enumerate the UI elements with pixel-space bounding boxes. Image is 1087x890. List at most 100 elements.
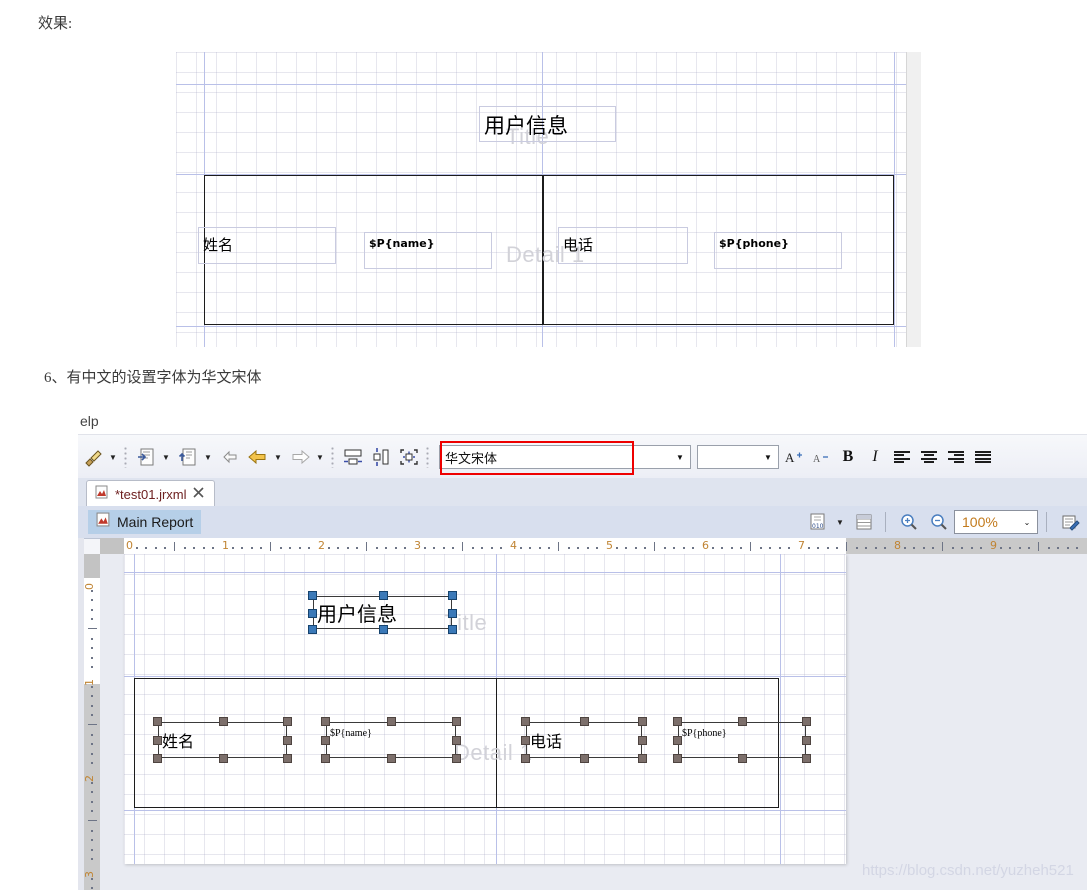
resize-handle-w[interactable] xyxy=(321,736,330,745)
resize-handle-w[interactable] xyxy=(308,608,317,618)
back-arrow-icon[interactable] xyxy=(245,444,271,470)
export-icon[interactable] xyxy=(175,444,201,470)
resize-handle-sw[interactable] xyxy=(321,754,330,763)
font-size-combo[interactable]: ▼ xyxy=(697,445,779,469)
ruler-h-tick xyxy=(394,547,397,549)
selected-title-element[interactable]: 用户信息 xyxy=(308,591,457,634)
resize-handle-ne[interactable] xyxy=(802,717,811,726)
ruler-v-tick xyxy=(91,810,93,813)
resize-handle-se[interactable] xyxy=(802,754,811,763)
resize-handle-n[interactable] xyxy=(580,717,589,726)
ruler-h-tick xyxy=(1047,547,1050,549)
dataset-010-icon[interactable]: 010 xyxy=(805,509,831,535)
resize-handle-se[interactable] xyxy=(638,754,647,763)
chevron-down-icon[interactable]: ▼ xyxy=(758,446,778,468)
chevron-down-icon[interactable]: ▼ xyxy=(670,446,690,468)
ruler-v-tick xyxy=(91,781,93,784)
export-dropdown-icon[interactable]: ▼ xyxy=(201,445,215,469)
ruler-corner-v xyxy=(84,554,100,578)
ruler-h-tick xyxy=(1038,542,1039,551)
menu-item-help[interactable]: elp xyxy=(80,413,99,429)
resize-handle-nw[interactable] xyxy=(308,591,317,600)
resize-handle-s[interactable] xyxy=(218,754,228,763)
chevron-down-icon[interactable]: ⌄ xyxy=(1017,511,1037,533)
resize-handle-n[interactable] xyxy=(218,717,228,726)
increase-font-size-button[interactable]: A xyxy=(782,444,806,470)
back-dropdown-icon[interactable]: ▼ xyxy=(271,445,285,469)
resize-handle-n[interactable] xyxy=(387,717,396,726)
bold-button[interactable]: B xyxy=(836,444,860,470)
resize-handle-e[interactable] xyxy=(638,736,647,745)
distribute-icon[interactable] xyxy=(368,444,394,470)
ruler-h-tick xyxy=(250,547,253,549)
resize-handle-s[interactable] xyxy=(580,754,589,763)
resize-handle-sw[interactable] xyxy=(153,754,162,763)
align-horizontal-icon[interactable] xyxy=(340,444,366,470)
align-left-icon[interactable] xyxy=(890,444,914,470)
font-family-value[interactable]: 华文宋体 xyxy=(440,448,670,467)
selected-label-phone[interactable]: 电话 xyxy=(521,717,647,763)
ruler-v-number: 3 xyxy=(84,871,96,878)
fit-selection-icon[interactable] xyxy=(396,444,422,470)
undo-small-icon[interactable] xyxy=(217,444,243,470)
align-center-icon[interactable] xyxy=(917,444,941,470)
italic-button[interactable]: I xyxy=(863,444,887,470)
resize-handle-sw[interactable] xyxy=(308,625,317,634)
decrease-font-size-button[interactable]: A xyxy=(809,444,833,470)
align-right-icon[interactable] xyxy=(944,444,968,470)
report-page-sheet[interactable]: Title 用户信息 Detail 1 姓名 $P{name} 电话 $P{ph… xyxy=(124,554,846,864)
resize-handle-w[interactable] xyxy=(521,736,530,745)
selected-field-name[interactable]: $P{name} xyxy=(321,717,461,763)
chevron-down-icon[interactable]: ▼ xyxy=(833,510,847,534)
resize-handle-e[interactable] xyxy=(452,736,461,745)
resize-handle-se[interactable] xyxy=(448,625,457,634)
resize-handle-e[interactable] xyxy=(448,608,457,618)
main-report-chip[interactable]: Main Report xyxy=(88,510,202,534)
resize-handle-sw[interactable] xyxy=(673,754,682,763)
resize-handle-w[interactable] xyxy=(673,736,682,745)
resize-handle-nw[interactable] xyxy=(673,717,682,726)
resize-handle-ne[interactable] xyxy=(448,591,457,600)
format-painter-icon[interactable] xyxy=(80,444,106,470)
resize-handle-se[interactable] xyxy=(283,754,292,763)
import-icon[interactable] xyxy=(133,444,159,470)
resize-handle-s[interactable] xyxy=(378,625,388,634)
editor-tab-test01[interactable]: *test01.jrxml xyxy=(86,480,215,507)
import-dropdown-icon[interactable]: ▼ xyxy=(159,445,173,469)
font-family-combo[interactable]: 华文宋体 ▼ xyxy=(439,441,691,475)
resize-handle-s[interactable] xyxy=(387,754,396,763)
zoom-level-value[interactable]: 100% xyxy=(955,514,1017,530)
resize-handle-nw[interactable] xyxy=(321,717,330,726)
forward-arrow-icon[interactable] xyxy=(287,444,313,470)
resize-handle-e[interactable] xyxy=(283,736,292,745)
zoom-level-combo[interactable]: 100% ⌄ xyxy=(954,510,1038,534)
resize-handle-n[interactable] xyxy=(738,717,747,726)
design-canvas[interactable]: Title 用户信息 Detail 1 姓名 $P{name} 电话 $P{ph… xyxy=(100,554,1087,890)
ruler-v-tick xyxy=(88,628,97,629)
ruler-h-tick xyxy=(942,542,943,551)
zoom-out-icon[interactable] xyxy=(926,509,952,535)
list-view-icon[interactable] xyxy=(851,509,877,535)
resize-handle-ne[interactable] xyxy=(638,717,647,726)
ruler-h-tick xyxy=(999,547,1002,549)
format-painter-dropdown-icon[interactable]: ▼ xyxy=(106,445,120,469)
selected-field-phone[interactable]: $P{phone} xyxy=(673,717,811,763)
resize-handle-nw[interactable] xyxy=(521,717,530,726)
close-icon[interactable] xyxy=(192,487,204,501)
report-file-icon xyxy=(95,485,109,504)
resize-handle-ne[interactable] xyxy=(452,717,461,726)
zoom-in-icon[interactable] xyxy=(896,509,922,535)
ruler-h-tick xyxy=(654,542,655,551)
resize-handle-n[interactable] xyxy=(378,591,388,600)
forward-dropdown-icon[interactable]: ▼ xyxy=(313,445,327,469)
resize-handle-se[interactable] xyxy=(452,754,461,763)
selected-label-name[interactable]: 姓名 xyxy=(153,717,292,763)
resize-handle-s[interactable] xyxy=(738,754,747,763)
resize-handle-ne[interactable] xyxy=(283,717,292,726)
resize-handle-nw[interactable] xyxy=(153,717,162,726)
resize-handle-w[interactable] xyxy=(153,736,162,745)
resize-handle-e[interactable] xyxy=(802,736,811,745)
resize-handle-sw[interactable] xyxy=(521,754,530,763)
preview-report-icon[interactable] xyxy=(1057,509,1083,535)
align-justify-icon[interactable] xyxy=(971,444,995,470)
